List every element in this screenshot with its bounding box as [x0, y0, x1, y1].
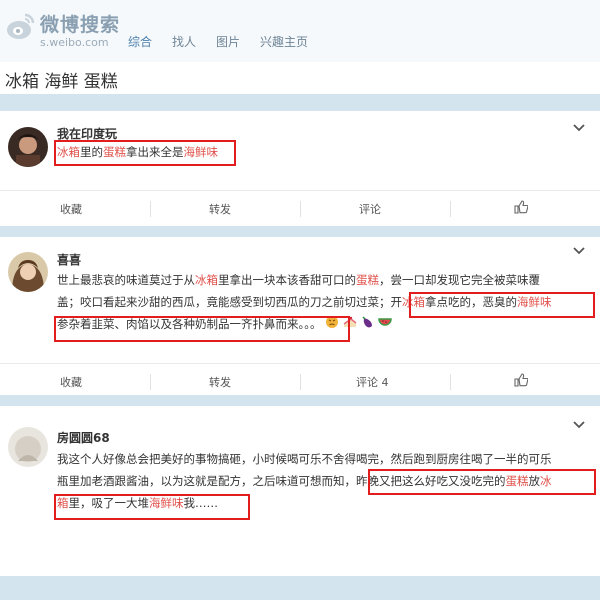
search-query-title: 冰箱 海鲜 蛋糕 [5, 72, 118, 92]
divider [450, 374, 451, 390]
post-card-1: 我在印度玩 冰箱里的蛋糕拿出来全是海鲜味 收藏 转发 评论 [0, 111, 600, 226]
repost-button[interactable]: 转发 [209, 374, 231, 390]
avatar[interactable] [8, 127, 48, 167]
eggplant-icon [360, 314, 374, 336]
keyword-highlight[interactable]: 蛋糕 [356, 273, 379, 287]
annotation-box [54, 140, 236, 166]
comment-button[interactable]: 评论 4 [356, 374, 389, 390]
nav-tab-general[interactable]: 综合 [128, 33, 152, 50]
weibo-logo-icon [7, 13, 35, 39]
post-card-2: 喜喜 世上最悲哀的味道莫过于从冰箱里拿出一块本该香甜可口的蛋糕，尝一口却发现它完… [0, 237, 600, 395]
nav-tab-people[interactable]: 找人 [172, 33, 196, 50]
text-segment: 里拿出一块本该香甜可口的 [218, 273, 356, 287]
annotation-box [368, 469, 596, 495]
text-segment: ，尝一口却发现它完全被菜味覆 [379, 273, 540, 287]
comment-button[interactable]: 评论 [359, 201, 381, 217]
avatar[interactable] [8, 427, 48, 467]
logo-subtext: s.weibo.com [40, 36, 109, 49]
search-nav: 综合 找人 图片 兴趣主页 [128, 33, 328, 50]
post-username[interactable]: 房圆圆68 [57, 429, 110, 446]
divider [300, 374, 301, 390]
top-bar: 微博搜索 s.weibo.com 综合 找人 图片 兴趣主页 [0, 0, 600, 62]
favorite-button[interactable]: 收藏 [60, 201, 82, 217]
watermelon-icon [378, 314, 392, 336]
chevron-down-icon[interactable] [572, 246, 586, 256]
chevron-down-icon[interactable] [572, 123, 586, 133]
nav-tab-images[interactable]: 图片 [216, 33, 240, 50]
chevron-down-icon[interactable] [572, 420, 586, 430]
divider [150, 374, 151, 390]
repost-button[interactable]: 转发 [209, 201, 231, 217]
annotation-box [54, 316, 350, 342]
post-actions: 收藏 转发 评论 4 [0, 363, 600, 399]
text-segment: 我这个人好像总会把美好的事物搞砸，小时候喝可乐不舍得喝完，然后跑到厨房往喝了一半… [57, 452, 552, 466]
text-segment: 盖；咬口看起来沙甜的西瓜，竟能感受到切西瓜的刀之前切过菜；开 [57, 295, 402, 309]
divider [450, 201, 451, 217]
divider [150, 201, 151, 217]
divider [300, 201, 301, 217]
annotation-box [409, 292, 595, 318]
thumbs-up-icon[interactable] [514, 373, 528, 387]
logo-text: 微博搜索 [40, 14, 121, 36]
thumbs-up-icon[interactable] [514, 200, 528, 214]
weibo-search-logo[interactable]: 微博搜索 s.weibo.com [6, 8, 126, 54]
search-query-bar: 冰箱 海鲜 蛋糕 [0, 62, 600, 94]
post-actions: 收藏 转发 评论 [0, 190, 600, 226]
favorite-button[interactable]: 收藏 [60, 374, 82, 390]
post-username[interactable]: 喜喜 [57, 251, 81, 268]
annotation-box [54, 494, 250, 520]
nav-tab-interest-pages[interactable]: 兴趣主页 [260, 33, 308, 50]
keyword-highlight[interactable]: 冰箱 [195, 273, 218, 287]
post-card-3: 房圆圆68 我这个人好像总会把美好的事物搞砸，小时候喝可乐不舍得喝完，然后跑到厨… [0, 406, 600, 576]
avatar[interactable] [8, 252, 48, 292]
text-segment: 世上最悲哀的味道莫过于从 [57, 273, 195, 287]
